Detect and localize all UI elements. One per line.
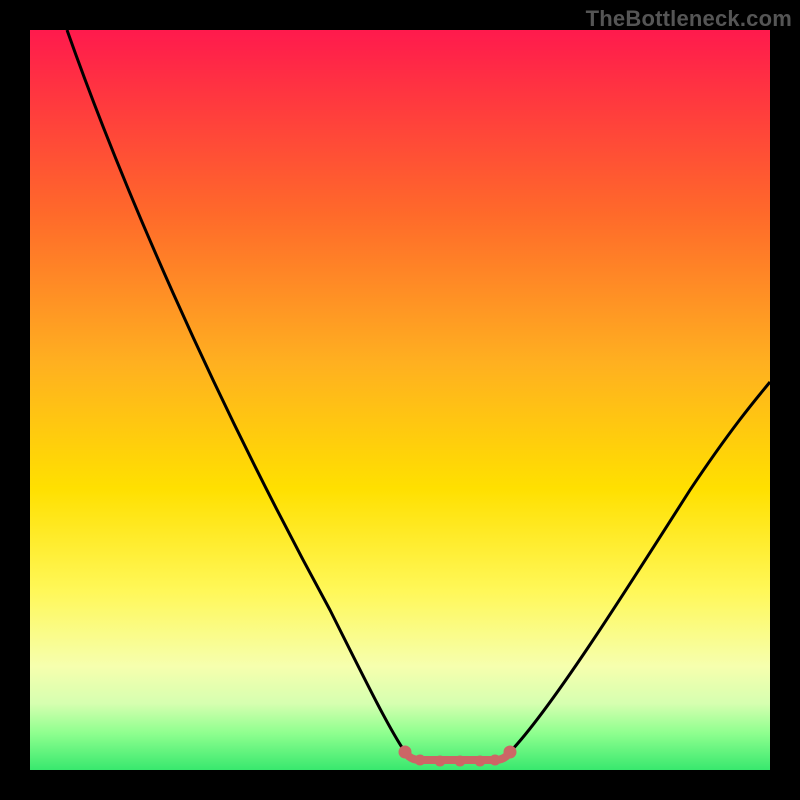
watermark-text: TheBottleneck.com xyxy=(586,6,792,32)
curve-right-path xyxy=(510,382,770,752)
chart-frame: TheBottleneck.com xyxy=(0,0,800,800)
plot-area xyxy=(30,30,770,770)
curve-left-path xyxy=(67,30,405,752)
chart-svg xyxy=(30,30,770,770)
flat-bottom-marker xyxy=(399,746,516,766)
